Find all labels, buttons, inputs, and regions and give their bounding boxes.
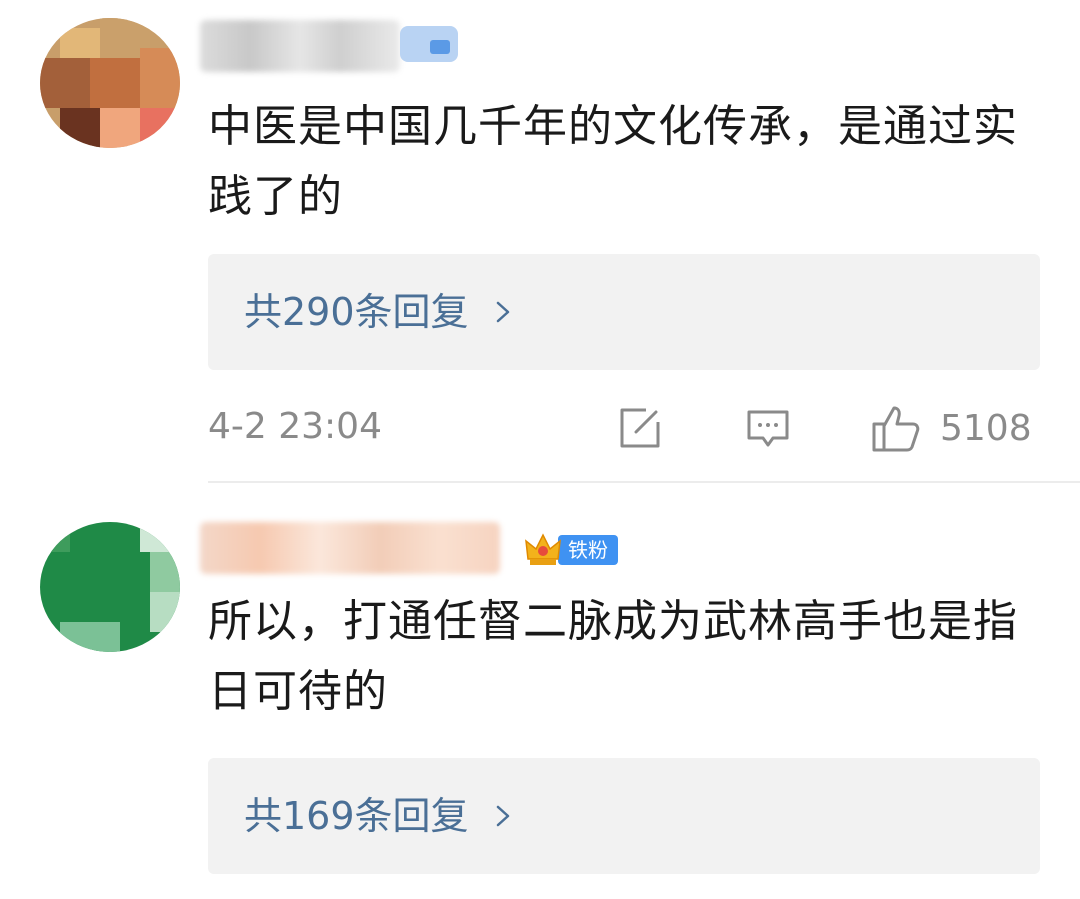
username-blurred[interactable] <box>200 20 400 72</box>
chevron-right-icon <box>496 301 509 323</box>
username-blurred[interactable] <box>200 522 500 574</box>
comment-item: 铁粉 所以，打通任督二脉成为武林高手也是指日可待的 共169条回复 <box>0 482 1080 899</box>
crown-icon <box>525 533 561 565</box>
verified-badge-icon <box>400 26 458 62</box>
share-button[interactable] <box>616 400 664 456</box>
like-button[interactable]: 5108 <box>870 400 1032 456</box>
thumbs-up-icon <box>872 406 920 452</box>
view-replies-link[interactable]: 共290条回复 <box>244 254 515 370</box>
reply-count-label: 共169条回复 <box>244 794 469 838</box>
like-count: 5108 <box>940 407 1032 449</box>
replies-preview-box[interactable]: 共290条回复 <box>208 254 1040 370</box>
comment-icon <box>747 410 789 447</box>
reply-count-label: 共290条回复 <box>244 290 469 334</box>
comment-button[interactable] <box>744 400 792 456</box>
comment-meta: 4-2 23:04 5108 <box>208 400 1040 456</box>
fan-badge-label: 铁粉 <box>558 535 618 565</box>
fan-badge: 铁粉 <box>522 532 618 568</box>
avatar[interactable] <box>40 522 180 652</box>
timestamp: 4-2 23:04 <box>208 406 382 447</box>
share-icon <box>620 408 660 448</box>
comment-item: 中医是中国几千年的文化传承，是通过实践了的 共290条回复 4-2 23:04 <box>0 0 1080 483</box>
comment-text: 中医是中国几千年的文化传承，是通过实践了的 <box>208 101 1018 222</box>
avatar[interactable] <box>40 18 180 148</box>
comment-text: 所以，打通任督二脉成为武林高手也是指日可待的 <box>208 596 1018 717</box>
view-replies-link[interactable]: 共169条回复 <box>244 758 515 874</box>
replies-preview-box[interactable]: 共169条回复 <box>208 758 1040 874</box>
chevron-right-icon <box>496 805 509 827</box>
